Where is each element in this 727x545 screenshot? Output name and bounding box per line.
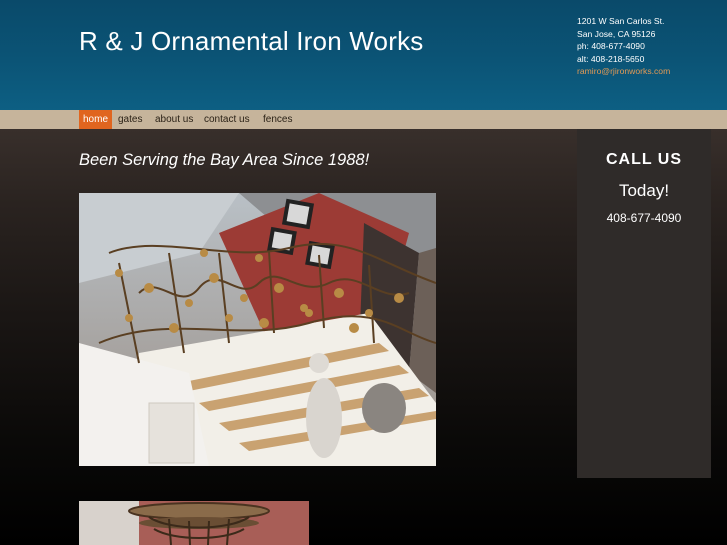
address-line-2: San Jose, CA 95126	[577, 28, 656, 39]
nav-item-fences[interactable]: fences	[259, 110, 296, 129]
tagline: Been Serving the Bay Area Since 1988!	[79, 151, 370, 169]
nav-item-about-us[interactable]: about us	[151, 110, 197, 129]
iron-work-photo	[79, 501, 309, 545]
call-us-heading: CALL US	[605, 151, 683, 168]
site-header: R & J Ornamental Iron Works 1201 W San C…	[0, 0, 727, 110]
phone-number: ph: 408-677-4090	[577, 41, 645, 52]
address-line-1: 1201 W San Carlos St.	[577, 16, 665, 26]
email-link[interactable]: ramiro@rjironworks.com	[577, 65, 670, 78]
sidebar-phone-number: 408-677-4090	[606, 211, 682, 225]
site-title[interactable]: R & J Ornamental Iron Works	[79, 26, 423, 57]
staircase-railing-photo	[79, 193, 436, 466]
header-contact-info: 1201 W San Carlos St. San Jose, CA 95126…	[577, 15, 670, 78]
call-us-sidebar: CALL US Today! 408-677-4090	[577, 129, 711, 478]
nav-item-contact-us[interactable]: contact us	[200, 110, 254, 129]
nav-item-home[interactable]: home	[79, 110, 113, 129]
nav-item-gates[interactable]: gates	[114, 110, 146, 129]
main-nav: home gates about us contact us fences	[0, 110, 727, 129]
call-us-subheading: Today!	[618, 181, 670, 200]
alt-phone-number: alt: 408-218-5650	[577, 53, 645, 64]
